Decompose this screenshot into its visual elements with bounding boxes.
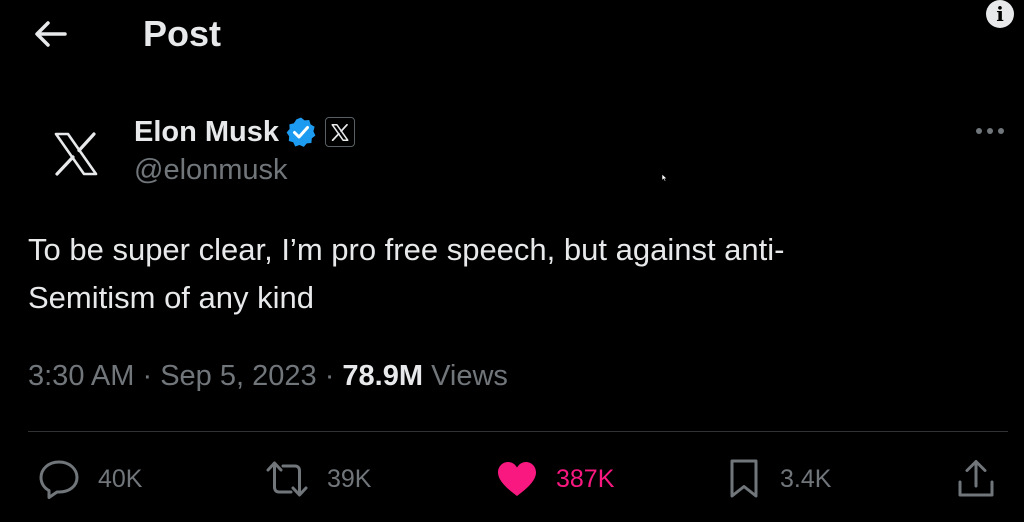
post-date[interactable]: Sep 5, 2023 (160, 360, 316, 392)
avatar[interactable] (38, 116, 114, 192)
verified-badge-icon (286, 117, 316, 147)
affiliate-badge[interactable] (325, 117, 356, 147)
info-button[interactable]: i (986, 0, 1014, 28)
like-count: 387K (556, 464, 615, 493)
like-button[interactable]: 387K (496, 456, 614, 502)
repost-count: 39K (327, 464, 372, 493)
post-author: Elon Musk @elonmusk (30, 108, 1010, 198)
more-button[interactable] (970, 118, 1010, 144)
arrow-left-icon (35, 21, 67, 47)
x-logo-icon (331, 123, 349, 141)
post-time[interactable]: 3:30 AM (28, 360, 134, 392)
share-button[interactable] (956, 456, 996, 502)
back-button[interactable] (28, 14, 72, 54)
post-text-line: Semitism of any kind (28, 280, 314, 315)
meta-separator: · (324, 360, 335, 392)
user-handle[interactable]: @elonmusk (134, 154, 288, 187)
bookmark-count: 3.4K (780, 464, 832, 493)
more-horizontal-icon (976, 128, 1004, 134)
header: Post i (0, 0, 1024, 70)
bookmark-button[interactable]: 3.4K (726, 456, 831, 502)
post-text-line: To be super clear, I’m pro free speech, … (28, 232, 785, 267)
bookmark-icon (730, 459, 758, 498)
repost-button[interactable]: 39K (265, 456, 371, 502)
share-icon (958, 460, 994, 497)
mouse-cursor-icon (661, 173, 668, 182)
page-title: Post (143, 13, 222, 54)
x-logo-icon (54, 132, 98, 176)
heart-icon (498, 462, 536, 496)
reply-icon (39, 460, 79, 499)
views-count: 78.9M (342, 360, 424, 392)
divider (28, 431, 1008, 432)
repost-icon (266, 461, 308, 497)
display-name[interactable]: Elon Musk (134, 116, 279, 149)
post-meta: 3:30 AM · Sep 5, 2023 · 78.9M Views (28, 356, 508, 396)
name-row: Elon Musk (134, 114, 356, 150)
reply-count: 40K (98, 464, 143, 493)
post-text: To be super clear, I’m pro free speech, … (28, 226, 988, 322)
post-page: Post i Elon Musk @elonmusk To be super c… (0, 0, 1024, 522)
reply-button[interactable]: 40K (38, 456, 142, 502)
views-label: Views (431, 360, 508, 392)
meta-separator: · (142, 360, 153, 392)
